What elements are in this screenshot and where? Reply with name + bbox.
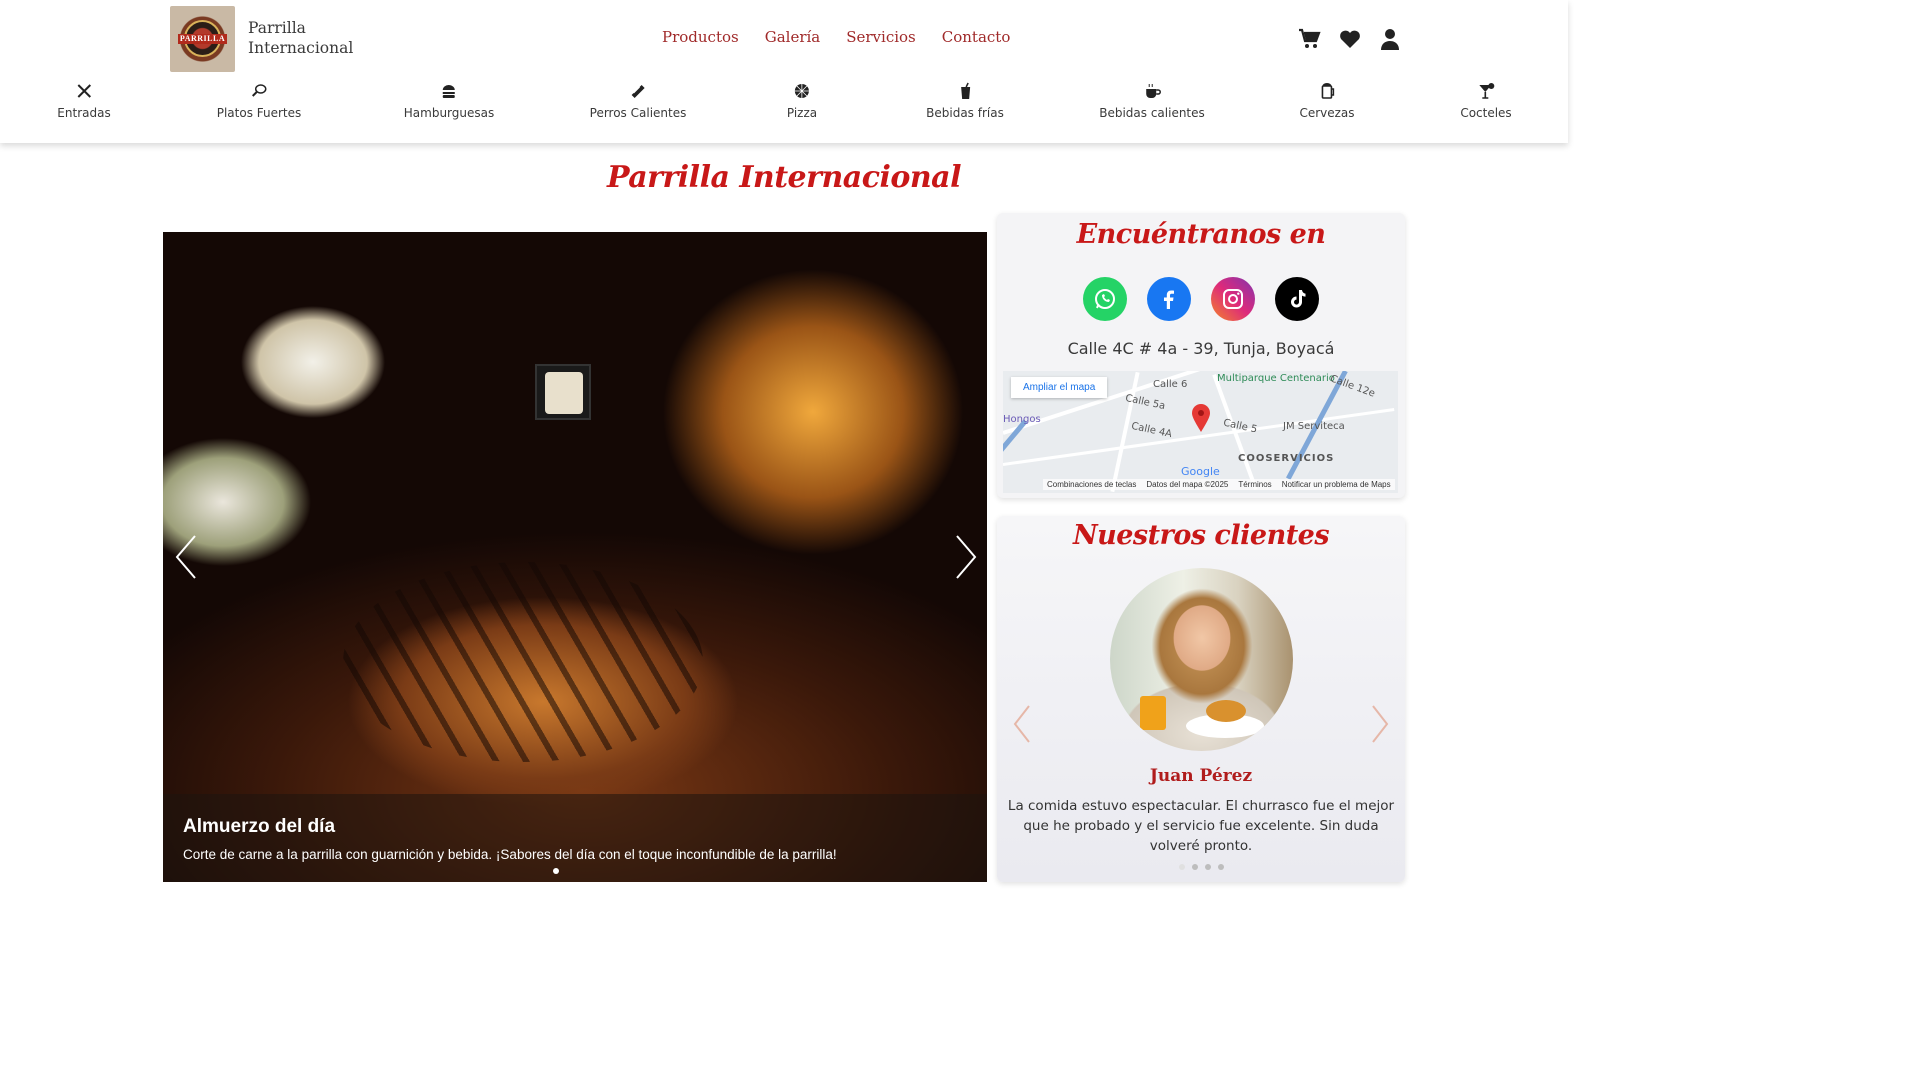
google-logo: Google	[1181, 465, 1220, 478]
category-navigation: Entradas Platos Fuertes Hamburguesas Per…	[0, 82, 1568, 132]
testimonial-next-button[interactable]	[1367, 702, 1393, 746]
category-bebidas-calientes[interactable]: Bebidas calientes	[1099, 82, 1205, 121]
burger-icon	[442, 85, 455, 98]
beer-icon	[1321, 83, 1334, 99]
page-title: Parrilla Internacional	[606, 160, 962, 195]
instagram-icon	[1223, 289, 1243, 309]
facebook-icon	[1164, 290, 1174, 309]
category-hamburguesas[interactable]: Hamburguesas	[404, 82, 494, 121]
chevron-left-icon	[175, 535, 196, 579]
client-quote: La comida estuvo espectacular. El churra…	[1007, 798, 1395, 854]
category-label: Bebidas calientes	[1099, 106, 1205, 120]
featured-carousel: Almuerzo del día Corte de carne a la par…	[163, 232, 987, 882]
carousel-prev-button[interactable]	[171, 532, 201, 582]
map-footer-data: Datos del mapa ©2025	[1146, 480, 1229, 489]
whatsapp-button[interactable]	[1083, 277, 1127, 321]
testimonial-dot[interactable]	[1218, 864, 1224, 870]
category-perros-calientes[interactable]: Perros Calientes	[589, 82, 687, 121]
category-label: Hamburguesas	[403, 106, 495, 120]
utensils-icon	[77, 84, 91, 98]
carousel-next-button[interactable]	[951, 532, 981, 582]
nav-contacto[interactable]: Contacto	[942, 28, 1011, 46]
map-label: Hongos	[1003, 414, 1041, 425]
category-label: Pizza	[786, 106, 818, 120]
find-us-panel: Encuéntranos en Calle 4C # 4a - 39, Tunj…	[997, 213, 1405, 498]
social-links	[1083, 277, 1319, 321]
cocktail-icon	[1479, 83, 1494, 99]
nav-productos[interactable]: Productos	[662, 28, 739, 46]
map-footer-terms[interactable]: Términos	[1238, 480, 1271, 489]
testimonial-dot[interactable]	[1192, 864, 1198, 870]
category-label: Entradas	[57, 106, 111, 120]
map-label: Calle 4A	[1130, 420, 1173, 441]
testimonial-dot[interactable]	[1205, 864, 1211, 870]
testimonial-dot[interactable]	[1179, 864, 1185, 870]
pizza-icon	[794, 84, 809, 98]
coffee-icon	[1146, 84, 1161, 98]
user-actions	[1298, 27, 1402, 51]
tiktok-icon	[1291, 290, 1306, 308]
map-label: Calle 12e	[1328, 373, 1377, 400]
site-header: PARRILLA Parrilla Internacional Producto…	[0, 0, 1568, 143]
category-label: Perros Calientes	[589, 106, 687, 120]
client-avatar	[1110, 568, 1293, 751]
hotdog-icon	[631, 85, 645, 98]
instagram-button[interactable]	[1211, 277, 1255, 321]
map-label: Calle 6	[1153, 379, 1188, 390]
top-navigation: Productos Galería Servicios Contacto	[662, 28, 1010, 46]
map-pin-icon	[1192, 404, 1210, 432]
category-entradas[interactable]: Entradas	[57, 82, 111, 121]
slide-description: Corte de carne a la parrilla con guarnic…	[183, 847, 837, 862]
testimonial-prev-button[interactable]	[1009, 702, 1035, 746]
drumstick-icon	[252, 84, 267, 97]
chevron-left-icon	[1013, 705, 1030, 743]
category-cocteles[interactable]: Cocteles	[1460, 82, 1512, 121]
facebook-button[interactable]	[1147, 277, 1191, 321]
testimonials-panel: Nuestros clientes Juan Pérez La comida e…	[997, 516, 1405, 882]
user-icon[interactable]	[1378, 27, 1402, 51]
cart-icon[interactable]	[1298, 27, 1322, 51]
testimonial-indicators	[1179, 864, 1224, 870]
map-label: Multiparque Centenario	[1217, 373, 1335, 384]
expand-map-button[interactable]: Ampliar el mapa	[1011, 377, 1108, 398]
map-label: JM Serviteca	[1283, 421, 1345, 432]
address-text: Calle 4C # 4a - 39, Tunja, Boyacá	[1067, 339, 1335, 358]
category-platos-fuertes[interactable]: Platos Fuertes	[216, 82, 302, 121]
brand-name[interactable]: Parrilla Internacional	[248, 18, 388, 58]
flag-logo	[535, 364, 591, 420]
slide-title: Almuerzo del día	[183, 816, 336, 837]
google-map[interactable]: Calle 6 Multiparque Centenario Calle 12e…	[1003, 371, 1398, 493]
category-bebidas-frias[interactable]: Bebidas frías	[926, 82, 1004, 121]
cold-drink-icon	[960, 82, 970, 99]
logo-band: PARRILLA	[178, 34, 227, 44]
brand-logo[interactable]: PARRILLA	[170, 6, 235, 72]
map-label: COOSERVICIOS	[1238, 453, 1335, 464]
carousel-indicator[interactable]	[553, 868, 559, 874]
nav-galeria[interactable]: Galería	[765, 28, 821, 46]
brand-name-line1: Parrilla	[248, 19, 306, 37]
category-cervezas[interactable]: Cervezas	[1299, 82, 1355, 121]
category-label: Platos Fuertes	[216, 106, 302, 120]
category-label: Bebidas frías	[926, 106, 1004, 120]
steak-grill-marks	[343, 562, 703, 762]
category-pizza[interactable]: Pizza	[787, 82, 817, 121]
carousel-slide-image	[163, 232, 987, 882]
testimonials-title: Nuestros clientes	[1072, 520, 1330, 551]
whatsapp-icon	[1095, 289, 1115, 309]
carousel-caption: Almuerzo del día Corte de carne a la par…	[163, 794, 987, 882]
map-footer-shortcuts[interactable]: Combinaciones de teclas	[1047, 480, 1136, 489]
tiktok-button[interactable]	[1275, 277, 1319, 321]
category-label: Cocteles	[1460, 106, 1512, 120]
map-footer-report[interactable]: Notificar un problema de Maps	[1282, 480, 1391, 489]
nav-servicios[interactable]: Servicios	[846, 28, 916, 46]
chevron-right-icon	[956, 535, 977, 579]
map-footer: Combinaciones de teclas Datos del mapa ©…	[1043, 479, 1395, 490]
chevron-right-icon	[1372, 705, 1389, 743]
client-name: Juan Pérez	[1149, 766, 1253, 786]
brand-name-line2: Internacional	[248, 39, 354, 57]
category-label: Cervezas	[1299, 106, 1355, 120]
find-us-title: Encuéntranos en	[1076, 219, 1326, 250]
heart-icon[interactable]	[1338, 27, 1362, 51]
